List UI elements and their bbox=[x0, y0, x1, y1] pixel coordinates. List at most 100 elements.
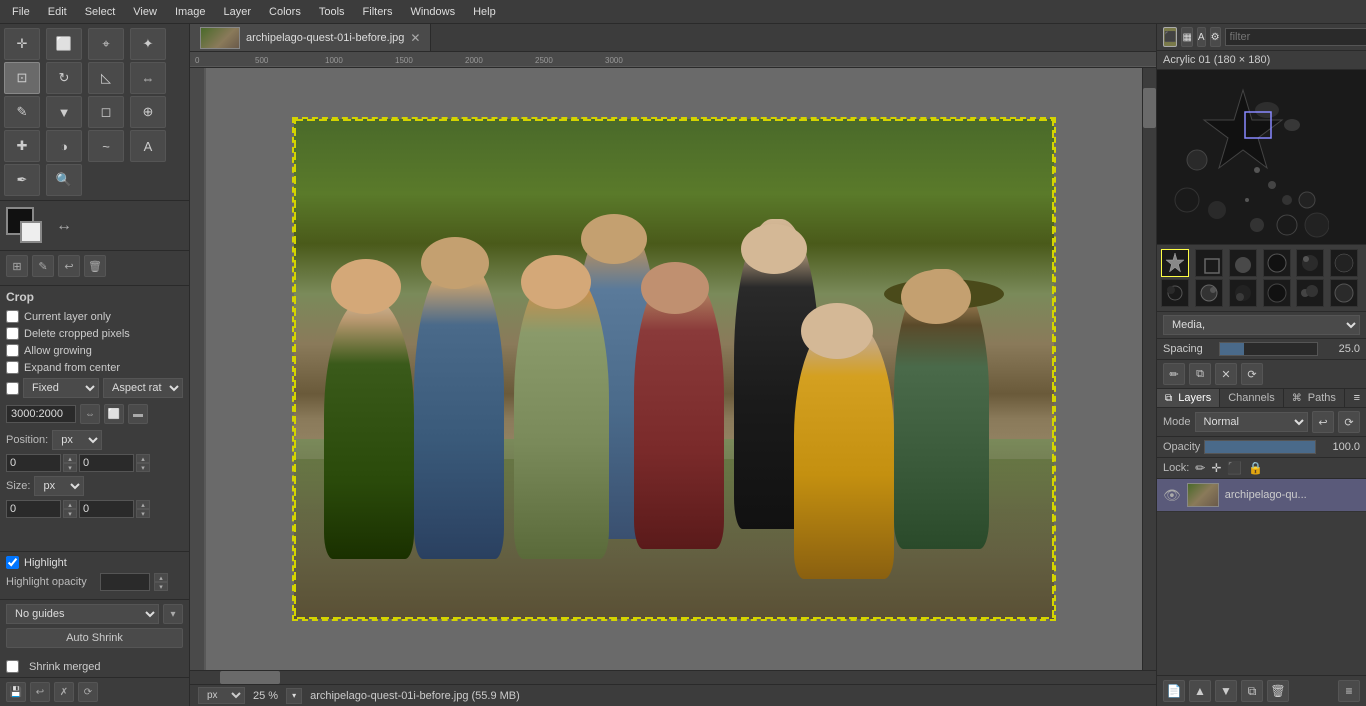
brush-cell-9[interactable] bbox=[1229, 279, 1257, 307]
highlight-opacity-input[interactable]: 50.0 bbox=[100, 573, 150, 591]
save-preset-button[interactable]: 💾 bbox=[6, 682, 26, 702]
brush-cell-11[interactable] bbox=[1296, 279, 1324, 307]
reset-colors-icon[interactable]: ↔ bbox=[56, 217, 72, 235]
tool-rotate[interactable]: ↻ bbox=[46, 62, 82, 94]
tool-move[interactable]: ✛ bbox=[4, 28, 40, 60]
layer-visibility-icon[interactable]: 👁 bbox=[1163, 487, 1181, 504]
size-w-down[interactable]: ▾ bbox=[63, 509, 77, 518]
fixed-type-select[interactable]: Fixed Width Height bbox=[23, 378, 99, 398]
layer-item[interactable]: 👁 archipelago-qu... bbox=[1157, 479, 1366, 512]
duplicate-layer-button[interactable]: ⧉ bbox=[1241, 680, 1263, 702]
position-unit-select[interactable]: px % mm bbox=[52, 430, 102, 450]
brush-duplicate-button[interactable]: ⧉ bbox=[1189, 363, 1211, 385]
vscroll-thumb[interactable] bbox=[1143, 88, 1156, 128]
zoom-dropdown-btn[interactable]: ▾ bbox=[286, 688, 302, 704]
tool-eraser[interactable]: ◻ bbox=[88, 96, 124, 128]
highlight-label[interactable]: Highlight bbox=[24, 557, 67, 569]
canvas-viewport[interactable] bbox=[206, 68, 1142, 670]
tool-crop[interactable]: ⊡ bbox=[4, 62, 40, 94]
tool-fuzzy-select[interactable]: ✦ bbox=[130, 28, 166, 60]
tab-layers[interactable]: ⧉ Layers bbox=[1157, 389, 1220, 407]
brush-cell-12[interactable] bbox=[1330, 279, 1358, 307]
mode-history-button[interactable]: ⟳ bbox=[1338, 411, 1360, 433]
tool-options-delete-icon[interactable]: 🗑 bbox=[84, 255, 106, 277]
current-layer-only-label[interactable]: Current layer only bbox=[24, 311, 111, 323]
highlight-opacity-up[interactable]: ▴ bbox=[154, 573, 168, 582]
expand-from-center-checkbox[interactable] bbox=[6, 361, 19, 374]
tab-paths[interactable]: ⌘ Paths bbox=[1284, 389, 1345, 407]
spacing-slider[interactable] bbox=[1219, 342, 1318, 356]
tool-paint[interactable]: ✎ bbox=[4, 96, 40, 128]
tool-heal[interactable]: ✚ bbox=[4, 130, 40, 162]
highlight-opacity-down[interactable]: ▾ bbox=[154, 582, 168, 591]
brush-cell-5[interactable] bbox=[1296, 249, 1324, 277]
position-y-up[interactable]: ▴ bbox=[136, 454, 150, 463]
tool-bucket[interactable]: ▼ bbox=[46, 96, 82, 128]
position-y-input[interactable] bbox=[79, 454, 134, 472]
brush-refresh-button[interactable]: ⟳ bbox=[1241, 363, 1263, 385]
unit-select[interactable]: px % mm bbox=[198, 687, 245, 704]
guides-select[interactable]: No guides Center lines Rule of thirds Go… bbox=[6, 604, 159, 624]
shrink-merged-checkbox[interactable] bbox=[6, 660, 19, 673]
brush-delete-button[interactable]: ✕ bbox=[1215, 363, 1237, 385]
size-value-input[interactable]: 3000:2000 bbox=[6, 405, 76, 423]
background-color[interactable] bbox=[20, 221, 42, 243]
delete-cropped-pixels-label[interactable]: Delete cropped pixels bbox=[24, 328, 130, 340]
expand-from-center-label[interactable]: Expand from center bbox=[24, 362, 120, 374]
fixed-checkbox[interactable] bbox=[6, 382, 19, 395]
brush-cell-3[interactable] bbox=[1229, 249, 1257, 277]
menu-image[interactable]: Image bbox=[167, 4, 214, 20]
aspect-ratio-select[interactable]: Aspect ratio Size bbox=[103, 378, 183, 398]
tool-options-save-icon[interactable]: ✎ bbox=[32, 255, 54, 277]
tab-close-button[interactable]: ✕ bbox=[410, 31, 420, 45]
brush-cell-4[interactable] bbox=[1263, 249, 1291, 277]
size-h-input[interactable] bbox=[79, 500, 134, 518]
lock-alpha-icon[interactable]: ⬛ bbox=[1227, 461, 1242, 475]
auto-shrink-button[interactable]: Auto Shrink bbox=[6, 628, 183, 648]
menu-windows[interactable]: Windows bbox=[402, 4, 463, 20]
size-w-up[interactable]: ▴ bbox=[63, 500, 77, 509]
patterns-tab-icon[interactable]: ▦ bbox=[1181, 27, 1192, 47]
position-x-down[interactable]: ▾ bbox=[63, 463, 77, 472]
history-button[interactable]: ⟳ bbox=[78, 682, 98, 702]
gradients-tab-icon[interactable]: A bbox=[1197, 27, 1206, 47]
canvas-tab[interactable]: archipelago-quest-01i-before.jpg ✕ bbox=[190, 24, 431, 51]
tool-options-presets-icon[interactable]: ⊞ bbox=[6, 255, 28, 277]
shrink-merged-label[interactable]: Shrink merged bbox=[29, 661, 101, 673]
brush-cell-7[interactable] bbox=[1161, 279, 1189, 307]
delete-cropped-pixels-checkbox[interactable] bbox=[6, 327, 19, 340]
right-panel-menu[interactable]: ≡ bbox=[1338, 680, 1360, 702]
hscroll-thumb[interactable] bbox=[220, 671, 280, 684]
menu-layer[interactable]: Layer bbox=[216, 4, 260, 20]
settings-tab-icon[interactable]: ⚙ bbox=[1210, 27, 1221, 47]
guides-dropdown-icon[interactable]: ▾ bbox=[163, 604, 183, 624]
opacity-slider[interactable] bbox=[1204, 440, 1316, 454]
menu-file[interactable]: File bbox=[4, 4, 38, 20]
tool-rect-select[interactable]: ⬜ bbox=[46, 28, 82, 60]
tool-zoom[interactable]: 🔍 bbox=[46, 164, 82, 196]
tool-flip[interactable]: ⇔ bbox=[130, 62, 166, 94]
position-x-up[interactable]: ▴ bbox=[63, 454, 77, 463]
delete-layer-button[interactable]: 🗑 bbox=[1267, 680, 1289, 702]
menu-view[interactable]: View bbox=[125, 4, 165, 20]
brush-cell-10[interactable] bbox=[1263, 279, 1291, 307]
brush-filter-input[interactable] bbox=[1225, 28, 1366, 46]
position-x-input[interactable] bbox=[6, 454, 61, 472]
size-w-input[interactable] bbox=[6, 500, 61, 518]
tool-text[interactable]: A bbox=[130, 130, 166, 162]
tool-clone[interactable]: ⊕ bbox=[130, 96, 166, 128]
menu-tools[interactable]: Tools bbox=[311, 4, 353, 20]
menu-edit[interactable]: Edit bbox=[40, 4, 75, 20]
tool-color-picker[interactable]: ✒ bbox=[4, 164, 40, 196]
menu-select[interactable]: Select bbox=[77, 4, 124, 20]
lock-all-icon[interactable]: 🔒 bbox=[1248, 461, 1263, 475]
allow-growing-label[interactable]: Allow growing bbox=[24, 345, 92, 357]
tool-perspective[interactable]: ◺ bbox=[88, 62, 124, 94]
lock-pixels-icon[interactable]: ✏ bbox=[1195, 461, 1205, 475]
highlight-checkbox[interactable] bbox=[6, 556, 19, 569]
size-link-icon[interactable]: ⇔ bbox=[80, 404, 100, 424]
brush-cell-2[interactable] bbox=[1195, 249, 1223, 277]
size-portrait-icon[interactable]: ⬜ bbox=[104, 404, 124, 424]
menu-help[interactable]: Help bbox=[465, 4, 504, 20]
tool-options-reset-icon[interactable]: ↩ bbox=[58, 255, 80, 277]
